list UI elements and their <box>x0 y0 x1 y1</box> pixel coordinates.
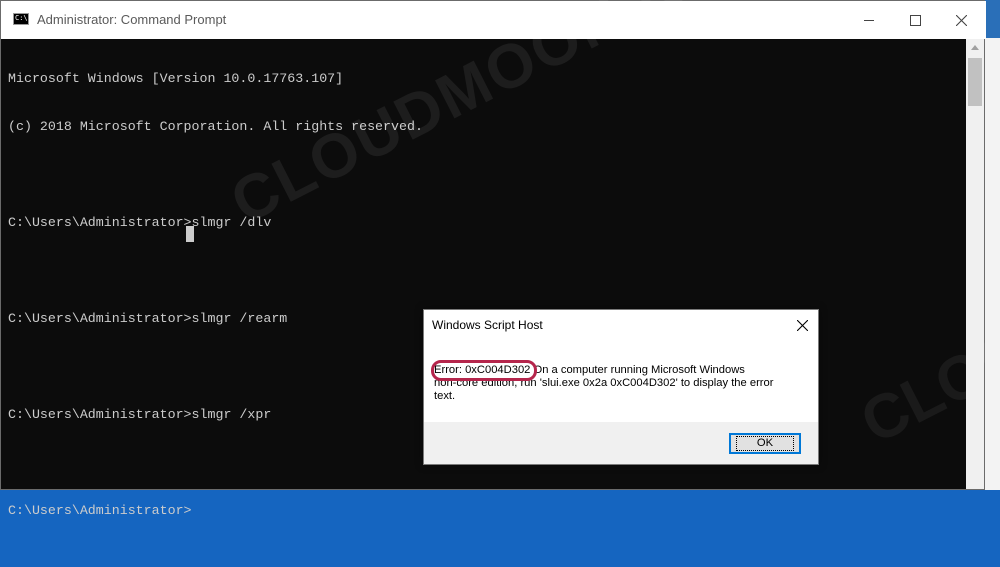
window-titlebar[interactable]: Administrator: Command Prompt <box>1 1 986 39</box>
dialog-close-button[interactable] <box>790 314 814 336</box>
error-dialog[interactable]: Windows Script Host Error: 0xC004D302 On… <box>423 309 819 465</box>
window-title: Administrator: Command Prompt <box>37 12 227 27</box>
error-message-line: text. <box>434 390 456 402</box>
ok-button[interactable]: OK <box>729 433 801 454</box>
close-icon <box>796 319 808 331</box>
console-line: Microsoft Windows [Version 10.0.17763.10… <box>8 71 344 86</box>
arrow-up-icon <box>971 45 979 50</box>
console-line: (c) 2018 Microsoft Corporation. All righ… <box>8 119 423 134</box>
dialog-body: Error: 0xC004D302 On a computer running … <box>424 340 818 422</box>
close-icon <box>955 14 967 26</box>
command-prompt-icon <box>13 13 29 25</box>
maximize-button[interactable] <box>892 1 938 39</box>
ok-button-label: OK <box>735 436 795 451</box>
scrollbar-thumb[interactable] <box>968 58 982 106</box>
text-cursor <box>186 226 194 242</box>
minimize-icon <box>864 19 874 21</box>
close-button[interactable] <box>938 1 984 39</box>
maximize-icon <box>909 14 921 26</box>
vertical-scrollbar[interactable] <box>966 39 984 489</box>
desktop-right-strip <box>985 38 1000 490</box>
console-line: C:\Users\Administrator>slmgr /dlv <box>8 215 272 230</box>
console-prompt-line: C:\Users\Administrator> <box>8 503 192 518</box>
error-code-highlight-annotation <box>431 360 537 381</box>
minimize-button[interactable] <box>846 1 892 39</box>
scroll-up-button[interactable] <box>966 39 984 56</box>
dialog-titlebar[interactable]: Windows Script Host <box>424 310 818 340</box>
dialog-title: Windows Script Host <box>432 318 543 332</box>
